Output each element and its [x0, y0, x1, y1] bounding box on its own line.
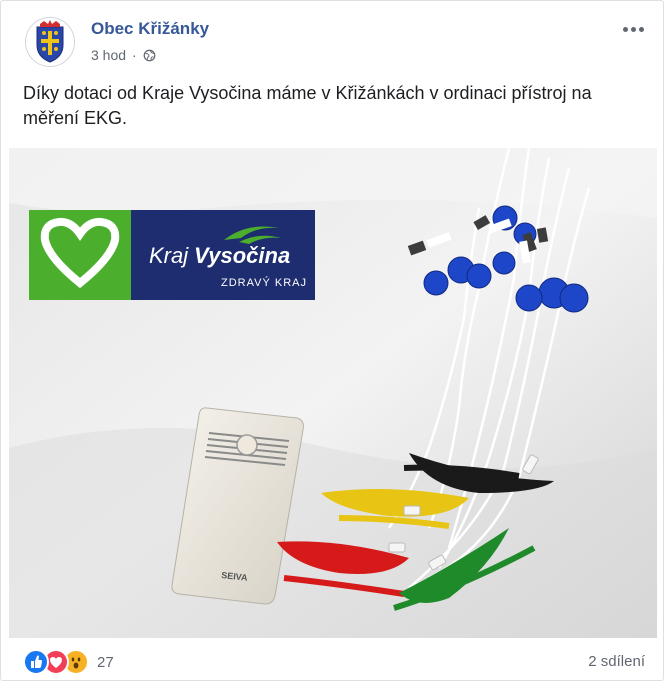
coat-of-arms-icon: [26, 18, 74, 66]
more-options-icon[interactable]: [619, 19, 647, 39]
reactions-summary[interactable]: 27: [23, 649, 114, 675]
logo-kraj-text: Kraj: [149, 243, 189, 268]
dot: [630, 26, 636, 32]
dot: [622, 26, 628, 32]
post-time[interactable]: 3 hod: [91, 47, 126, 63]
logo-tagline: ZDRAVÝ KRAJ: [221, 276, 307, 289]
page-avatar[interactable]: [25, 17, 75, 67]
post-text: Díky dotaci od Kraje Vysočina máme v Kři…: [23, 83, 592, 128]
post-footer: 27 2 sdílení: [23, 647, 645, 675]
logo-vysocina-text: Vysočina: [194, 243, 290, 268]
reaction-count: 27: [97, 653, 114, 671]
post-meta: 3 hod ·: [91, 47, 156, 63]
globe-icon[interactable]: [143, 49, 156, 62]
post-card: Obec Křižánky 3 hod · Díky dotaci od Kra…: [0, 0, 664, 681]
kraj-vysocina-logo: Kraj Vysočina ZDRAVÝ KRAJ: [29, 210, 315, 300]
dot-separator: ·: [132, 47, 137, 63]
page-name-link[interactable]: Obec Křižánky: [91, 19, 209, 39]
dot: [638, 26, 644, 32]
ekg-photo-illustration: Kraj Vysočina ZDRAVÝ KRAJ SEIVA: [9, 148, 657, 638]
post-photo[interactable]: Kraj Vysočina ZDRAVÝ KRAJ SEIVA: [9, 148, 657, 638]
shares-link[interactable]: 2 sdílení: [588, 653, 645, 670]
post-header: Obec Křižánky 3 hod ·: [25, 13, 647, 69]
like-icon: [23, 649, 49, 675]
